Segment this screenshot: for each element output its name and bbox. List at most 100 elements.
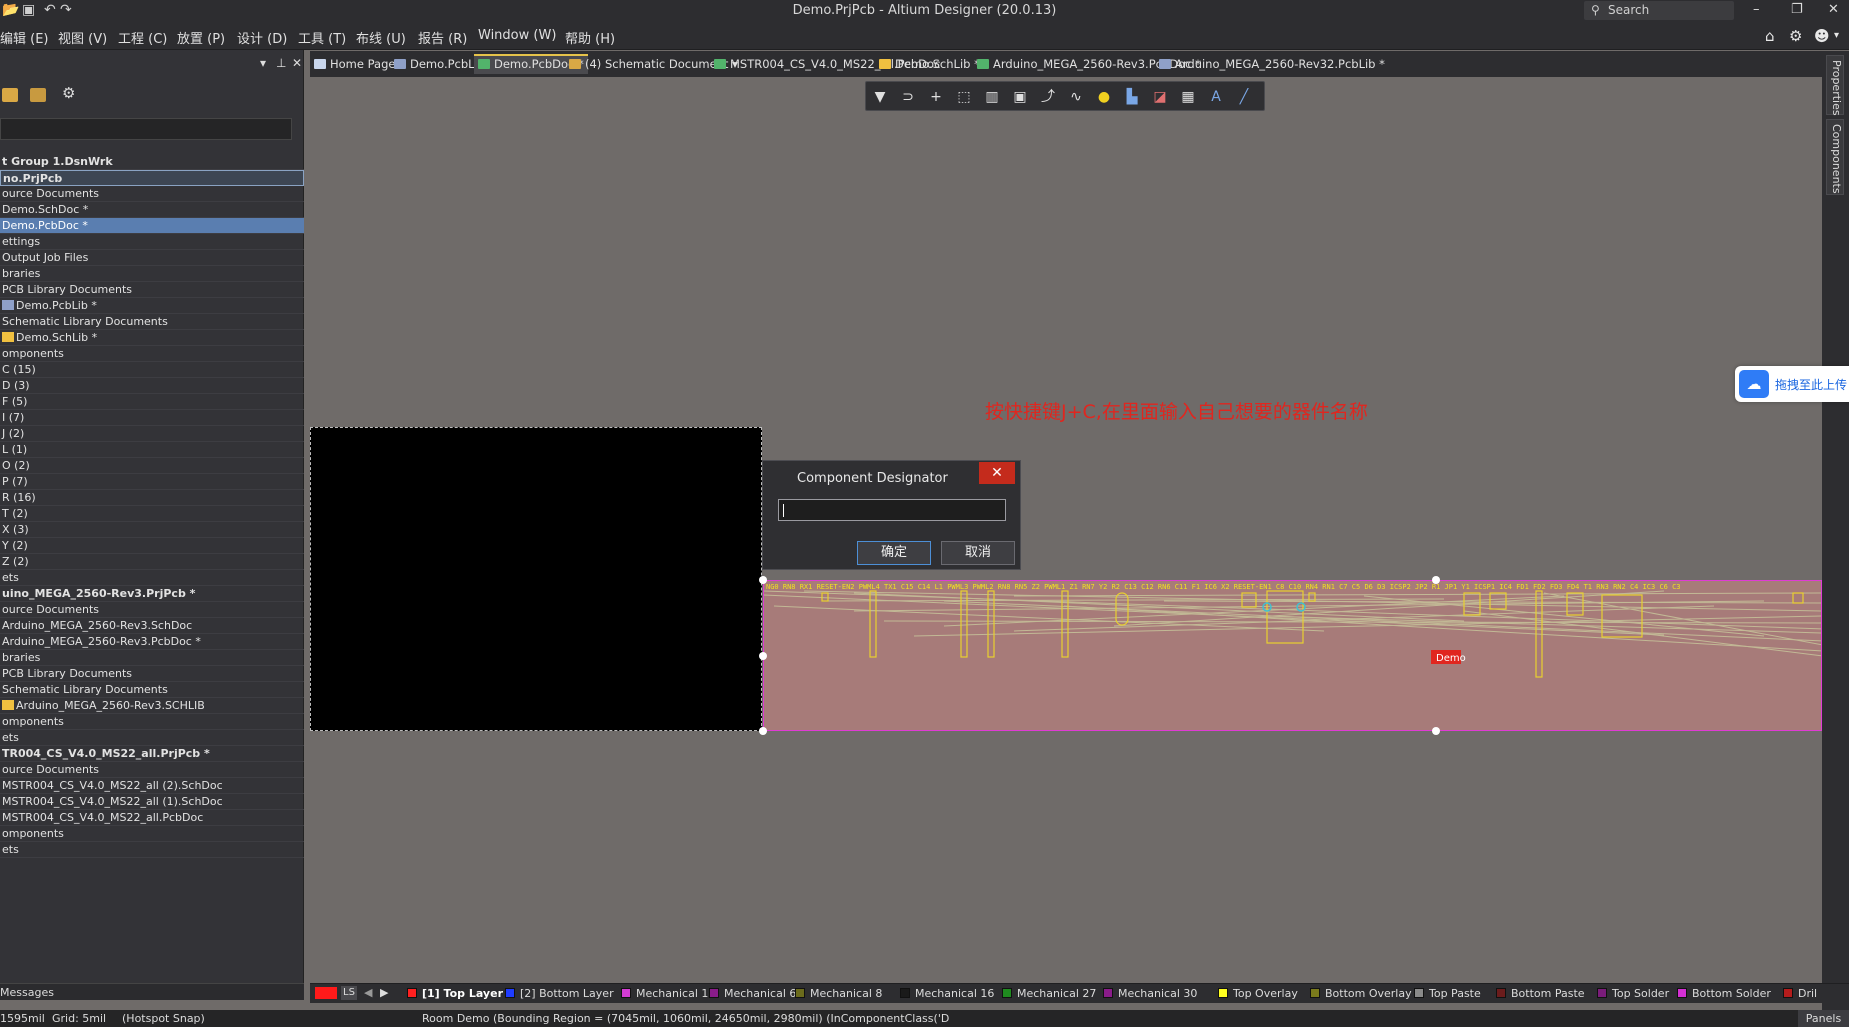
layer-tab[interactable]: Top Paste: [1414, 987, 1481, 1001]
layer-tab[interactable]: Dril: [1783, 987, 1817, 1001]
tree-item[interactable]: X (3): [0, 522, 304, 538]
tree-item[interactable]: Arduino_MEGA_2560-Rev3.PcbDoc *: [0, 634, 304, 650]
tree-item[interactable]: ource Documents: [0, 186, 304, 202]
dialog-close-button[interactable]: ✕: [979, 462, 1015, 484]
designator-input[interactable]: [778, 499, 1006, 521]
close-icon[interactable]: ✕: [292, 56, 302, 70]
tree-item[interactable]: MSTR004_CS_V4.0_MS22_all (2).SchDoc: [0, 778, 304, 794]
keepout-icon[interactable]: ◪: [1152, 89, 1168, 105]
tree-item[interactable]: omponents: [0, 346, 304, 362]
layer-tab[interactable]: Mechanical 30: [1103, 987, 1197, 1001]
tree-item[interactable]: Z (2): [0, 554, 304, 570]
properties-tab[interactable]: Properties: [1826, 55, 1844, 116]
tree-item[interactable]: PCB Library Documents: [0, 666, 304, 682]
layer-tab[interactable]: Bottom Solder: [1677, 987, 1771, 1001]
tree-item[interactable]: Y (2): [0, 538, 304, 554]
filter-icon[interactable]: ▼: [872, 89, 888, 105]
tree-item[interactable]: ettings: [0, 234, 304, 250]
tree-item[interactable]: omponents: [0, 714, 304, 730]
tree-item[interactable]: Arduino_MEGA_2560-Rev3.SCHLIB: [0, 698, 304, 714]
document-tab[interactable]: Demo.SchLib *: [875, 54, 984, 74]
tree-item[interactable]: L (1): [0, 442, 304, 458]
tree-item[interactable]: Output Job Files: [0, 250, 304, 266]
tree-item[interactable]: J (2): [0, 426, 304, 442]
tree-item[interactable]: Demo.PcbLib *: [0, 298, 304, 314]
tree-item[interactable]: no.PrjPcb: [0, 170, 304, 186]
menu-edit[interactable]: 编辑 (E): [0, 28, 49, 47]
layer-tab[interactable]: Mechanical 16: [900, 987, 994, 1001]
chevron-down-icon[interactable]: ▾: [1834, 30, 1839, 41]
tree-item[interactable]: MSTR004_CS_V4.0_MS22_all (1).SchDoc: [0, 794, 304, 810]
layer-tab[interactable]: Mechanical 1: [621, 987, 708, 1001]
add-icon[interactable]: +: [928, 89, 944, 105]
cancel-button[interactable]: 取消: [941, 541, 1015, 565]
home-icon[interactable]: ⌂: [1765, 27, 1775, 45]
component-icon[interactable]: ▣: [1012, 89, 1028, 105]
scroll-right-icon[interactable]: ▶: [380, 986, 388, 1000]
gear-icon[interactable]: ⚙: [62, 86, 78, 101]
components-tab[interactable]: Components: [1826, 119, 1844, 195]
tree-item[interactable]: ets: [0, 570, 304, 586]
menu-tools[interactable]: 工具 (T): [298, 28, 346, 47]
panel-search-input[interactable]: [0, 118, 292, 140]
scroll-left-icon[interactable]: ◀: [364, 986, 372, 1000]
document-tab[interactable]: Home Page: [310, 54, 399, 74]
resize-handle[interactable]: [1432, 576, 1440, 584]
search-box[interactable]: ⚲ Search: [1584, 1, 1734, 20]
resize-handle[interactable]: [759, 576, 767, 584]
tree-item[interactable]: Schematic Library Documents: [0, 314, 304, 330]
tree-item[interactable]: ets: [0, 842, 304, 858]
polygon-icon[interactable]: ▙: [1124, 89, 1140, 105]
current-layer-swatch[interactable]: [315, 987, 337, 999]
menu-project[interactable]: 工程 (C): [118, 28, 167, 47]
line-icon[interactable]: ╱: [1236, 89, 1252, 105]
layer-tab[interactable]: Top Solder: [1597, 987, 1669, 1001]
open-project-icon[interactable]: [2, 88, 18, 102]
tree-item[interactable]: t Group 1.DsnWrk: [0, 154, 304, 170]
messages-tab[interactable]: Messages: [0, 983, 304, 1000]
minimize-button[interactable]: –: [1753, 2, 1760, 17]
tree-item[interactable]: Demo.PcbDoc *: [0, 218, 304, 234]
tree-item[interactable]: ource Documents: [0, 602, 304, 618]
tree-item[interactable]: D (3): [0, 378, 304, 394]
resize-handle[interactable]: [1432, 727, 1440, 735]
layer-set-button[interactable]: LS: [341, 986, 357, 1000]
pcb-board[interactable]: NG0 RN8 RX1 RESET-EN2 PWML4 TX1 C15 C14 …: [763, 580, 1822, 731]
menu-view[interactable]: 视图 (V): [58, 28, 107, 47]
menu-place[interactable]: 放置 (P): [177, 28, 225, 47]
document-tab[interactable]: Arduino_MEGA_2560-Rev32.PcbLib *: [1155, 54, 1389, 74]
restore-button[interactable]: ❐: [1791, 2, 1803, 17]
menu-design[interactable]: 设计 (D): [237, 28, 287, 47]
via-icon[interactable]: ●: [1096, 89, 1112, 105]
panels-button[interactable]: Panels: [1798, 1010, 1849, 1027]
menu-reports[interactable]: 报告 (R): [418, 28, 467, 47]
tree-item[interactable]: Demo.SchDoc *: [0, 202, 304, 218]
tree-item[interactable]: I (7): [0, 410, 304, 426]
menu-help[interactable]: 帮助 (H): [565, 28, 615, 47]
layer-tab[interactable]: [2] Bottom Layer: [505, 987, 614, 1001]
room-label[interactable]: Demo: [1436, 653, 1466, 664]
select-icon[interactable]: ⬚: [956, 89, 972, 105]
cloud-upload-widget[interactable]: ☁ 拖拽至此上传: [1735, 366, 1849, 402]
layer-tab[interactable]: Top Overlay: [1218, 987, 1298, 1001]
layer-tab[interactable]: Bottom Paste: [1496, 987, 1585, 1001]
dimension-icon[interactable]: ▦: [1180, 89, 1196, 105]
layer-tab[interactable]: Mechanical 8: [795, 987, 882, 1001]
close-window-button[interactable]: ✕: [1828, 2, 1839, 17]
layer-tab[interactable]: Mechanical 27: [1002, 987, 1096, 1001]
tree-item[interactable]: PCB Library Documents: [0, 282, 304, 298]
tree-item[interactable]: P (7): [0, 474, 304, 490]
resize-handle[interactable]: [759, 652, 767, 660]
gear-icon[interactable]: ⚙: [1789, 27, 1802, 45]
tree-item[interactable]: ource Documents: [0, 762, 304, 778]
tree-item[interactable]: R (16): [0, 490, 304, 506]
pcb-canvas[interactable]: ▼ ⊃ + ⬚ ▥ ▣ ⤴ ∿ ● ▙ ◪ ▦ A ╱ 按快捷键J+C,在里面输…: [310, 77, 1822, 983]
diff-pair-icon[interactable]: ∿: [1068, 89, 1084, 105]
tree-item[interactable]: ets: [0, 730, 304, 746]
align-icon[interactable]: ▥: [984, 89, 1000, 105]
tree-item[interactable]: omponents: [0, 826, 304, 842]
resize-handle[interactable]: [759, 727, 767, 735]
panel-menu-icon[interactable]: ▾: [260, 56, 266, 70]
text-icon[interactable]: A: [1208, 89, 1224, 105]
tree-item[interactable]: uino_MEGA_2560-Rev3.PrjPcb *: [0, 586, 304, 602]
